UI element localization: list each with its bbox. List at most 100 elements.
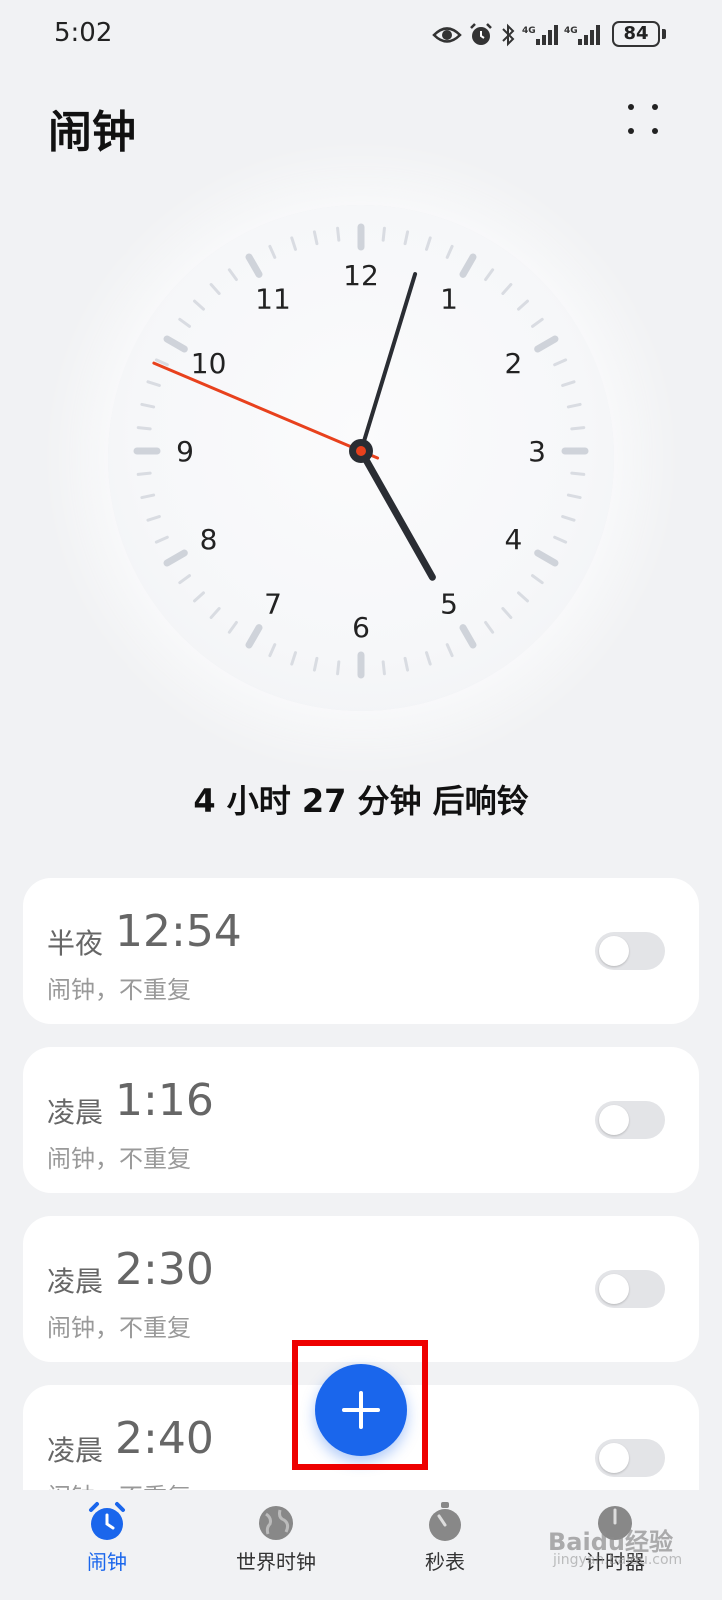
- clock-number: 8: [200, 523, 218, 556]
- clock-tick: [178, 574, 191, 585]
- alarm-time: 2:30: [115, 1244, 214, 1295]
- clock-tick: [403, 230, 410, 246]
- toggle-knob: [599, 1105, 629, 1135]
- clock-tick: [459, 253, 477, 278]
- clock-tick: [227, 621, 238, 634]
- clock-tick: [381, 660, 386, 676]
- globe-icon: [259, 1506, 293, 1540]
- alarm-time: 12:54: [115, 906, 242, 957]
- clock-tick: [146, 515, 161, 522]
- status-bar: 5:02 4G 4G 84: [0, 0, 722, 70]
- clock-tick: [268, 244, 277, 259]
- clock-tick: [570, 471, 586, 476]
- alarm-period: 凌晨: [47, 1096, 104, 1129]
- battery-indicator: 84: [612, 21, 660, 47]
- alarm-time: 1:16: [115, 1075, 214, 1126]
- eye-icon: [432, 27, 462, 43]
- clock-tick: [403, 656, 410, 672]
- clock-tick: [209, 607, 221, 619]
- alarm-period: 半夜: [47, 927, 104, 960]
- clock-tick: [381, 226, 386, 242]
- alarm-description: 闹钟，不重复: [47, 1314, 191, 1342]
- clock-tick: [140, 493, 156, 500]
- alarm-card[interactable]: 凌晨 1:16 闹钟，不重复: [23, 1047, 699, 1193]
- clock-number: 7: [264, 587, 282, 620]
- clock-tick: [312, 230, 319, 246]
- svg-text:4G: 4G: [522, 26, 536, 36]
- alarm-description: 闹钟，不重复: [47, 1477, 191, 1490]
- battery-tip: [662, 29, 666, 39]
- clock-number: 1: [440, 283, 458, 316]
- alarm-description: 闹钟，不重复: [47, 976, 191, 1004]
- status-time: 5:02: [54, 18, 113, 48]
- clock-number: 4: [505, 523, 523, 556]
- clock-tick: [553, 535, 568, 544]
- tab-stopwatch[interactable]: 秒表: [380, 1500, 510, 1575]
- clock-tick: [290, 651, 297, 666]
- alarm-toggle[interactable]: [595, 932, 665, 970]
- highlight-annotation: [292, 1340, 428, 1470]
- clock-tick: [501, 607, 513, 619]
- clock-tick: [484, 268, 495, 281]
- clock-tick: [140, 402, 156, 409]
- clock-tick: [193, 591, 205, 603]
- clock-tick: [459, 624, 477, 649]
- clock-tick: [445, 244, 454, 259]
- svg-text:4G: 4G: [564, 26, 578, 36]
- signal-4g-icon-2: 4G: [564, 25, 600, 45]
- tab-label: 秒表: [425, 1550, 465, 1574]
- toggle-knob: [599, 936, 629, 966]
- clock-tick: [425, 236, 432, 251]
- clock-tick: [553, 358, 568, 367]
- clock-tick: [163, 549, 188, 567]
- clock-tick: [534, 335, 559, 353]
- clock-tick: [178, 317, 191, 328]
- clock-tick: [268, 643, 277, 658]
- alarm-toggle[interactable]: [595, 1439, 665, 1477]
- tab-alarm[interactable]: 闹钟: [42, 1500, 172, 1575]
- clock-number: 5: [440, 587, 458, 620]
- hour-hand: [357, 447, 436, 581]
- analog-clock: 121234567891011: [133, 223, 589, 679]
- tab-label: 世界时钟: [236, 1550, 316, 1574]
- alarm-status-icon: [470, 23, 492, 45]
- alarm-toggle[interactable]: [595, 1270, 665, 1308]
- clock-tick: [517, 299, 529, 311]
- clock-tick: [193, 299, 205, 311]
- clock-tick: [290, 236, 297, 251]
- clock-number: 11: [255, 283, 291, 316]
- clock-tick: [425, 651, 432, 666]
- clock-tick: [312, 656, 319, 672]
- clock-number: 9: [176, 435, 194, 468]
- clock-tick: [154, 535, 169, 544]
- clock-tick: [209, 283, 221, 295]
- clock-tick: [245, 624, 263, 649]
- clock-tick: [484, 621, 495, 634]
- clock-number: 2: [505, 347, 523, 380]
- clock-center-dot: [356, 446, 366, 456]
- alarm-card[interactable]: 半夜 12:54 闹钟，不重复: [23, 878, 699, 1024]
- alarm-period: 凌晨: [47, 1434, 104, 1467]
- page-title: 闹钟: [48, 107, 136, 158]
- clock-tick: [146, 380, 161, 387]
- tab-world-clock[interactable]: 世界时钟: [211, 1500, 341, 1575]
- more-options-button[interactable]: [628, 104, 668, 144]
- alarm-toggle[interactable]: [595, 1101, 665, 1139]
- clock-tick: [163, 335, 188, 353]
- alarm-time: 2:40: [115, 1413, 214, 1464]
- clock-tick: [566, 402, 582, 409]
- tab-label: 闹钟: [87, 1550, 127, 1574]
- stopwatch-icon: [429, 1502, 461, 1541]
- clock-tick: [445, 643, 454, 658]
- minute-hand: [359, 272, 418, 453]
- next-alarm-countdown: 4 小时 27 分钟 后响铃: [193, 782, 529, 820]
- bluetooth-icon: [502, 23, 515, 47]
- clock-tick: [227, 268, 238, 281]
- clock-tick: [531, 317, 544, 328]
- status-icons: 4G 4G: [432, 20, 600, 50]
- clock-tick: [534, 549, 559, 567]
- clock-tick: [561, 515, 576, 522]
- clock-number: 6: [352, 611, 370, 644]
- toggle-knob: [599, 1274, 629, 1304]
- clock-number: 12: [343, 259, 379, 292]
